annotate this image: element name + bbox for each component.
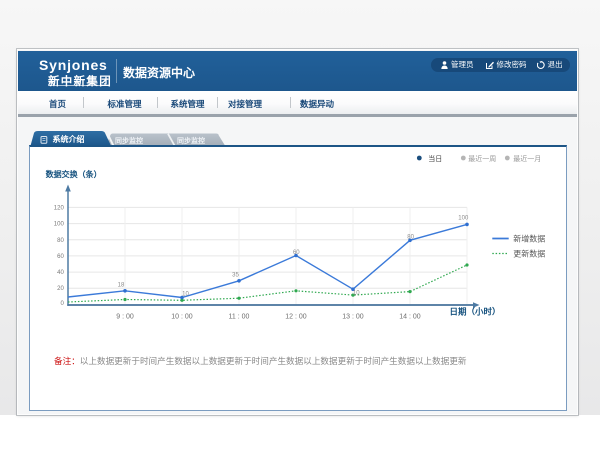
svg-text:120: 120: [54, 205, 65, 211]
svg-text:40: 40: [57, 270, 64, 276]
svg-text:备注：以上数据更新于时间产生数据以上数据更新于时间产生数据以: 备注：以上数据更新于时间产生数据以上数据更新于时间产生数据以上数据更新于时间产生…: [54, 355, 467, 366]
svg-text:0: 0: [60, 301, 64, 307]
svg-text:60: 60: [293, 250, 300, 256]
svg-text:新增数据: 新增数据: [513, 234, 545, 244]
svg-text:13 : 00: 13 : 00: [342, 314, 364, 321]
svg-text:60: 60: [57, 254, 64, 260]
svg-text:12 : 00: 12 : 00: [285, 314, 307, 321]
svg-text:当日: 当日: [428, 154, 442, 163]
svg-text:80: 80: [407, 235, 414, 241]
svg-text:10: 10: [353, 291, 360, 297]
svg-text:最近一周: 最近一周: [468, 154, 496, 163]
svg-text:14 : 00: 14 : 00: [399, 314, 421, 321]
svg-text:11 : 00: 11 : 00: [229, 314, 250, 321]
svg-text:100: 100: [54, 222, 65, 228]
svg-text:100: 100: [458, 216, 469, 222]
svg-text:日期（小时）: 日期（小时）: [450, 307, 501, 317]
svg-text:数据交换（条）: 数据交换（条）: [46, 169, 102, 179]
svg-text:更新数据: 更新数据: [513, 249, 545, 259]
svg-text:80: 80: [57, 238, 64, 244]
svg-text:最近一月: 最近一月: [513, 154, 541, 163]
svg-text:20: 20: [57, 286, 64, 292]
svg-text:9 : 00: 9 : 00: [116, 314, 134, 321]
svg-text:35: 35: [232, 273, 239, 279]
svg-text:10: 10: [182, 291, 189, 297]
svg-text:18: 18: [118, 282, 125, 288]
svg-text:10 : 00: 10 : 00: [171, 314, 193, 321]
